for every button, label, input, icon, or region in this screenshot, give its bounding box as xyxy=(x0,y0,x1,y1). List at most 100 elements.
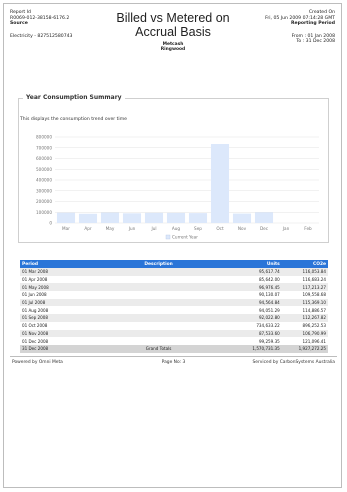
col-units: Units xyxy=(204,260,282,268)
cell-co2e: 112,267.82 xyxy=(281,314,328,322)
cell-period: 01 Dec 2008 xyxy=(20,337,113,345)
cell-description xyxy=(112,275,205,284)
x-tick-label: Dec xyxy=(260,226,269,231)
x-tick-label: Nov xyxy=(238,226,247,231)
total-label: Grand Totals xyxy=(112,344,205,353)
y-tick-label: 200000 xyxy=(36,199,52,204)
cell-units: 734,633.22 xyxy=(204,321,282,330)
cell-co2e: 116,683.24 xyxy=(281,275,328,284)
x-tick-label: Jun xyxy=(128,226,136,231)
x-tick-label: Aug xyxy=(172,226,181,231)
cell-units: 85,642.00 xyxy=(204,275,282,284)
bar xyxy=(188,213,208,223)
consumption-table: Period Description Units CO2e 01 Mar 200… xyxy=(20,260,328,353)
report-meta-left: Report Id R0069-012-38158-6176.2 Source … xyxy=(10,10,72,39)
table-row: 01 Mar 2008 95,617.74 116,053.84 xyxy=(20,268,328,276)
cell-period: 01 Aug 2008 xyxy=(20,306,113,315)
table-header-row: Period Description Units CO2e xyxy=(20,260,328,268)
report-title-line1: Billed vs Metered on xyxy=(116,11,230,25)
x-tick-label: Jan xyxy=(282,226,290,231)
cell-period: 01 Oct 2008 xyxy=(20,321,113,330)
x-tick-label: Jul xyxy=(150,226,156,231)
bar xyxy=(122,213,142,223)
cell-description xyxy=(112,298,205,307)
table-row: 01 Dec 2008 99,259.35 121,096.41 xyxy=(20,337,328,345)
footer-serviced-by: Serviced by CarbonSystems Australia xyxy=(252,360,336,365)
consumption-summary-panel: Year Consumption Summary This displays t… xyxy=(18,94,329,243)
report-title-line2: Accrual Basis xyxy=(135,25,211,39)
cell-units: 94,051.29 xyxy=(204,306,282,315)
table-row: 01 May 2008 96,976.45 117,213.27 xyxy=(20,283,328,292)
legend-label: Current Year xyxy=(172,235,198,240)
cell-description xyxy=(112,291,205,299)
table-row: 01 Oct 2008 734,633.22 896,252.53 xyxy=(20,321,328,330)
bar xyxy=(254,212,274,223)
x-tick-label: Feb xyxy=(304,226,312,231)
report-page: Report Id R0069-012-38158-6176.2 Source … xyxy=(3,3,342,488)
cell-description xyxy=(112,306,205,315)
cell-description xyxy=(112,329,205,338)
y-tick-label: 800000 xyxy=(36,135,52,140)
cell-co2e: 106,790.99 xyxy=(281,329,328,338)
cell-period: 01 Mar 2008 xyxy=(20,268,113,276)
consumption-chart: 800000 700000 600000 500000 400000 300000 2000… xyxy=(36,135,319,240)
legend-swatch xyxy=(165,234,171,240)
x-tick-label: May xyxy=(106,226,115,231)
cell-units: 90,130.07 xyxy=(204,291,282,299)
table-row: 01 Jul 2008 94,564.84 115,369.10 xyxy=(20,298,328,307)
col-co2e: CO2e xyxy=(281,260,328,268)
bar xyxy=(78,213,98,223)
footer-divider xyxy=(10,356,337,357)
table-row: 01 Nov 2008 87,533.60 106,790.99 xyxy=(20,329,328,338)
bar xyxy=(144,212,164,223)
cell-units: 87,533.60 xyxy=(204,329,282,338)
report-title: Billed vs Metered on Accrual Basis xyxy=(114,11,232,39)
source-label: Source xyxy=(10,21,28,27)
x-tick-label: Sep xyxy=(194,226,202,231)
cell-co2e: 114,886.57 xyxy=(281,306,328,315)
total-co2e: 1,927,272.25 xyxy=(281,344,328,353)
y-tick-label: 700000 xyxy=(36,145,52,150)
cell-co2e: 117,213.27 xyxy=(281,283,328,292)
cell-period: 01 Jun 2008 xyxy=(20,291,113,299)
bar xyxy=(232,213,252,223)
col-description: Description xyxy=(112,260,205,268)
x-tick-label: Apr xyxy=(84,226,92,231)
site-info: Metcash Ringwood xyxy=(114,42,232,52)
total-period: 31 Dec 2008 xyxy=(20,344,113,353)
y-tick-label: 0 xyxy=(49,221,52,226)
page-footer: Powered by Omni Meta Page No: 3 Serviced… xyxy=(10,356,337,366)
cell-co2e: 121,096.41 xyxy=(281,337,328,345)
cell-period: 01 May 2008 xyxy=(20,283,113,292)
table-row: 01 Sep 2008 92,022.80 112,267.82 xyxy=(20,314,328,322)
x-tick-label: Mar xyxy=(62,226,70,231)
period-label: Reporting Period xyxy=(290,21,335,27)
y-tick-label: 500000 xyxy=(36,167,52,172)
cell-co2e: 896,252.53 xyxy=(281,321,328,330)
cell-period: 01 Apr 2008 xyxy=(20,275,113,284)
cell-units: 96,976.45 xyxy=(204,283,282,292)
cell-co2e: 116,053.84 xyxy=(281,268,328,276)
table-row: 01 Apr 2008 85,642.00 116,683.24 xyxy=(20,275,328,284)
site-location: Ringwood xyxy=(160,47,186,53)
bar xyxy=(100,212,120,223)
summary-description: This displays the consumption trend over… xyxy=(20,117,127,122)
col-period: Period xyxy=(20,260,113,268)
report-meta-right: Created On Fri, 05 Jun 2009 07:14:28 GMT… xyxy=(265,10,335,45)
cell-description xyxy=(112,314,205,322)
y-tick-label: 400000 xyxy=(36,178,52,183)
x-tick-label: Oct xyxy=(216,226,224,231)
total-units: 1,570,731.35 xyxy=(204,344,282,353)
cell-period: 01 Jul 2008 xyxy=(20,298,113,307)
y-tick-label: 300000 xyxy=(36,188,52,193)
summary-title: Year Consumption Summary xyxy=(23,94,125,101)
period-to: To : 31 Dec 2008 xyxy=(296,39,335,45)
cell-description xyxy=(112,337,205,345)
cell-description xyxy=(112,283,205,292)
cell-units: 92,022.80 xyxy=(204,314,282,322)
cell-description xyxy=(112,268,205,276)
y-tick-label: 600000 xyxy=(36,156,52,161)
bar xyxy=(210,144,230,223)
cell-units: 94,564.84 xyxy=(204,298,282,307)
cell-co2e: 115,369.10 xyxy=(281,298,328,307)
